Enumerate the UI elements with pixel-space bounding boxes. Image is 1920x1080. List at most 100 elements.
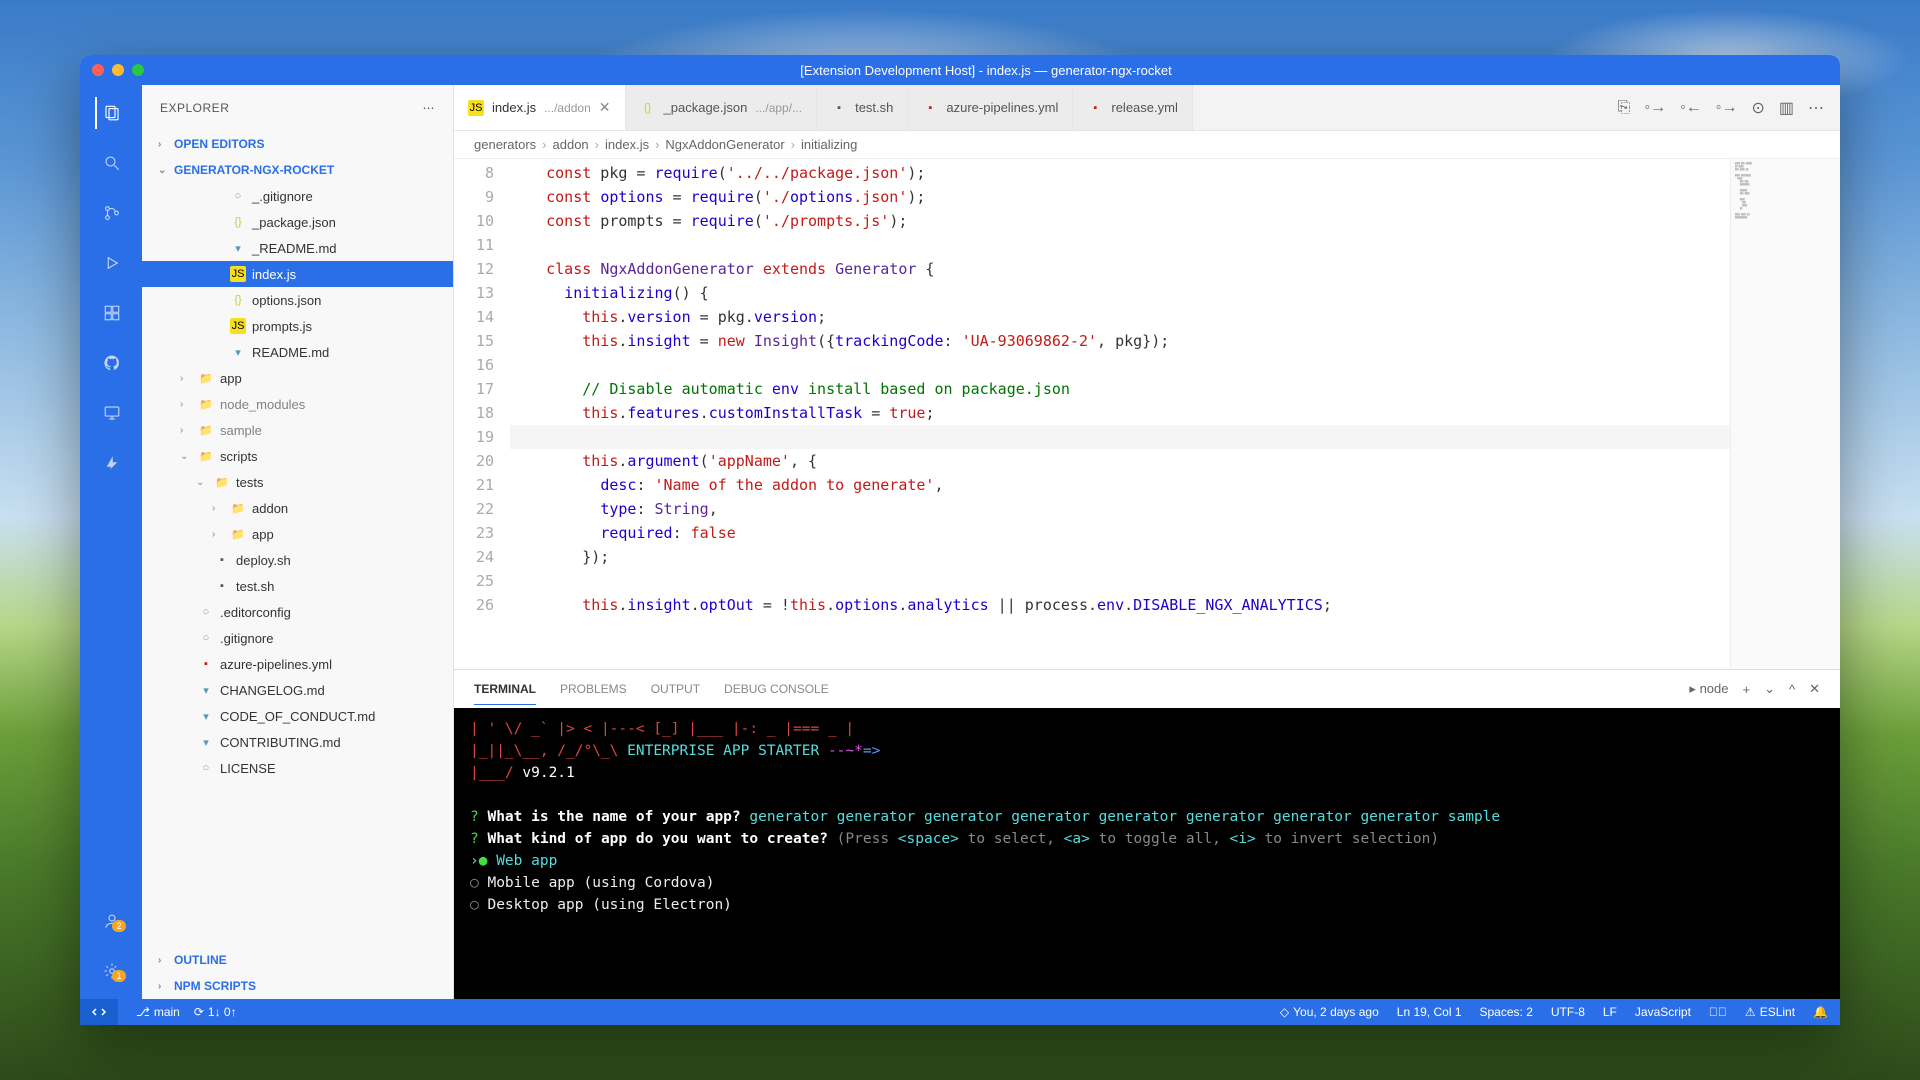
eslint-status[interactable]: ⚠ ESLint <box>1745 1005 1795 1019</box>
git-sync[interactable]: ⟳ 1↓ 0↑ <box>194 1005 237 1019</box>
vscode-window: [Extension Development Host] - index.js … <box>80 55 1840 1025</box>
tab-problems[interactable]: PROBLEMS <box>560 682 627 696</box>
json-icon: {} <box>230 214 246 230</box>
search-icon[interactable] <box>95 147 127 179</box>
tree-item[interactable]: ›📁sample <box>142 417 453 443</box>
tree-item[interactable]: JSindex.js <box>142 261 453 287</box>
sidebar-more-icon[interactable]: ⋯ <box>423 101 436 115</box>
minimize-window-button[interactable] <box>112 64 124 76</box>
breadcrumb-item[interactable]: initializing <box>801 137 857 152</box>
window-title: [Extension Development Host] - index.js … <box>144 63 1828 78</box>
editor[interactable]: 891011121314151617181920212223242526 con… <box>454 159 1840 669</box>
azure-icon[interactable] <box>95 447 127 479</box>
editor-tab[interactable]: JSindex.js.../addon✕ <box>454 85 626 130</box>
tree-item[interactable]: ▪test.sh <box>142 573 453 599</box>
tree-item[interactable]: ○LICENSE <box>142 755 453 781</box>
prettier-icon[interactable]: ✓⃝ <box>1709 1005 1727 1019</box>
run-debug-icon[interactable] <box>95 247 127 279</box>
editor-tab[interactable]: ▪azure-pipelines.yml <box>908 85 1073 130</box>
npm-scripts-section[interactable]: ›NPM SCRIPTS <box>142 973 453 999</box>
tree-item[interactable]: ▾README.md <box>142 339 453 365</box>
activity-bar: 2 1 <box>80 85 142 999</box>
breadcrumb-item[interactable]: generators <box>474 137 536 152</box>
tree-item[interactable]: ›📁node_modules <box>142 391 453 417</box>
cursor-position[interactable]: Ln 19, Col 1 <box>1397 1005 1462 1019</box>
code-area[interactable]: const pkg = require('../../package.json'… <box>510 159 1730 669</box>
editor-tab[interactable]: ▪test.sh <box>817 85 908 130</box>
extensions-icon[interactable] <box>95 297 127 329</box>
tree-item[interactable]: ▾_README.md <box>142 235 453 261</box>
explorer-icon[interactable] <box>95 97 127 129</box>
tree-item[interactable]: ○.gitignore <box>142 625 453 651</box>
settings-gear-icon[interactable]: 1 <box>95 955 127 987</box>
tree-item[interactable]: ▪azure-pipelines.yml <box>142 651 453 677</box>
accounts-icon[interactable]: 2 <box>95 905 127 937</box>
tree-item[interactable]: {}options.json <box>142 287 453 313</box>
close-panel-icon[interactable]: ✕ <box>1809 681 1820 697</box>
breadcrumb[interactable]: generators›addon›index.js›NgxAddonGenera… <box>454 131 1840 159</box>
tree-item[interactable]: ▾CHANGELOG.md <box>142 677 453 703</box>
folder-icon: 📁 <box>198 396 214 412</box>
folder-icon: 📁 <box>230 526 246 542</box>
language-mode[interactable]: JavaScript <box>1635 1005 1691 1019</box>
indentation[interactable]: Spaces: 2 <box>1480 1005 1533 1019</box>
gutter: 891011121314151617181920212223242526 <box>454 159 510 669</box>
new-terminal-icon[interactable]: + <box>1742 682 1750 697</box>
yml-icon: ▪ <box>198 656 214 672</box>
prev-icon[interactable]: ◦← <box>1680 99 1702 117</box>
minimap[interactable]: ████ ███ ███████ ███████ ████ ██████ ███… <box>1730 159 1840 669</box>
eol[interactable]: LF <box>1603 1005 1617 1019</box>
tree-item[interactable]: {}_package.json <box>142 209 453 235</box>
outline-section[interactable]: ›OUTLINE <box>142 947 453 973</box>
split-terminal-icon[interactable]: ⌄ <box>1764 681 1775 697</box>
folder-icon: 📁 <box>198 448 214 464</box>
workspace-section[interactable]: ⌄GENERATOR-NGX-ROCKET <box>142 157 453 183</box>
tree-item[interactable]: ▾CODE_OF_CONDUCT.md <box>142 703 453 729</box>
breadcrumb-item[interactable]: addon <box>553 137 589 152</box>
source-control-icon[interactable] <box>95 197 127 229</box>
compare-icon[interactable]: ⎘ <box>1618 99 1631 117</box>
git-blame[interactable]: ◇ You, 2 days ago <box>1280 1005 1379 1019</box>
md-icon: ▾ <box>198 708 214 724</box>
close-tab-icon[interactable]: ✕ <box>599 99 611 116</box>
split-editor-icon[interactable]: ▥ <box>1779 98 1794 118</box>
tree-item[interactable]: ○_.gitignore <box>142 183 453 209</box>
open-editors-section[interactable]: ›OPEN EDITORS <box>142 131 453 157</box>
terminal[interactable]: | ' \/ _` |> < |---< [_] |___ |-: _ |===… <box>454 708 1840 999</box>
encoding[interactable]: UTF-8 <box>1551 1005 1585 1019</box>
tree-item[interactable]: JSprompts.js <box>142 313 453 339</box>
tree-item[interactable]: ›📁app <box>142 521 453 547</box>
notifications-icon[interactable]: 🔔 <box>1813 1005 1828 1019</box>
tab-terminal[interactable]: TERMINAL <box>474 682 536 705</box>
editor-tab[interactable]: {}_package.json.../app/... <box>626 85 818 130</box>
terminal-shell-select[interactable]: ▸ node <box>1689 681 1728 697</box>
maximize-panel-icon[interactable]: ^ <box>1789 682 1795 697</box>
breadcrumb-item[interactable]: NgxAddonGenerator <box>665 137 784 152</box>
remote-explorer-icon[interactable] <box>95 397 127 429</box>
github-icon[interactable] <box>95 347 127 379</box>
close-window-button[interactable] <box>92 64 104 76</box>
git-branch[interactable]: ⎇ main <box>136 1005 180 1019</box>
breadcrumb-item[interactable]: index.js <box>605 137 649 152</box>
run-icon[interactable]: ◦→ <box>1644 99 1666 117</box>
next-icon[interactable]: ◦→ <box>1716 99 1738 117</box>
tree-item[interactable]: ⌄📁scripts <box>142 443 453 469</box>
more-icon[interactable]: ⋯ <box>1808 98 1824 118</box>
target-icon[interactable]: ⊙ <box>1751 98 1764 118</box>
panel-tabs: TERMINAL PROBLEMS OUTPUT DEBUG CONSOLE ▸… <box>454 670 1840 708</box>
maximize-window-button[interactable] <box>132 64 144 76</box>
remote-indicator[interactable] <box>80 999 118 1025</box>
tab-output[interactable]: OUTPUT <box>651 682 700 696</box>
tree-item[interactable]: ▪deploy.sh <box>142 547 453 573</box>
tree-item[interactable]: ○.editorconfig <box>142 599 453 625</box>
editor-tab[interactable]: ▪release.yml <box>1073 85 1192 130</box>
md-icon: ▾ <box>198 734 214 750</box>
txt-icon: ○ <box>198 604 214 620</box>
folder-icon: 📁 <box>214 474 230 490</box>
tree-item[interactable]: ›📁app <box>142 365 453 391</box>
tree-item[interactable]: ▾CONTRIBUTING.md <box>142 729 453 755</box>
txt-icon: ○ <box>198 630 214 646</box>
tree-item[interactable]: ⌄📁tests <box>142 469 453 495</box>
tab-debug-console[interactable]: DEBUG CONSOLE <box>724 682 829 696</box>
tree-item[interactable]: ›📁addon <box>142 495 453 521</box>
